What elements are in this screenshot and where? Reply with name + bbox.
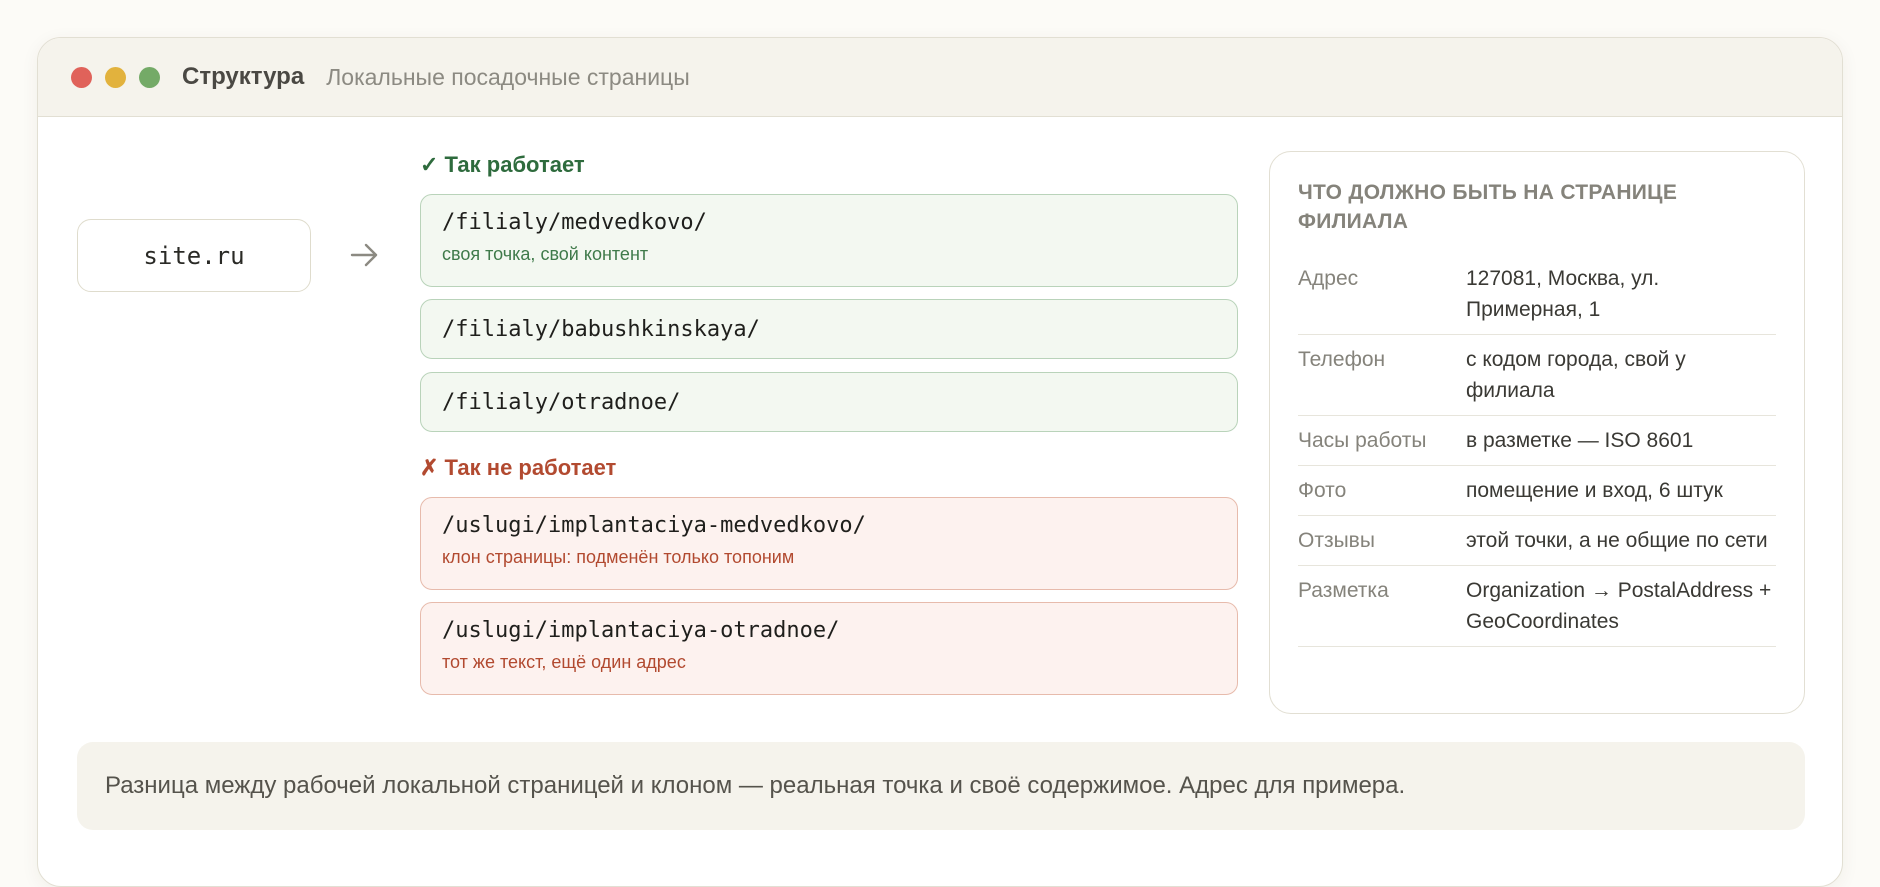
- route-path: /filialy/otradnoe/: [442, 389, 681, 415]
- fact-value: 127081, Москва, ул. Примерная, 1: [1466, 267, 1660, 321]
- route-note: тот же текст, ещё один адрес: [442, 652, 686, 672]
- bad-route-medvedkovo: /uslugi/implantaciya-medvedkovo/ клон ст…: [420, 497, 1238, 590]
- fact-value: с кодом города, свой у филиала: [1466, 348, 1686, 402]
- branch-page-checklist: Что должно быть на странице филиала Адре…: [1269, 151, 1805, 714]
- minimize-dot[interactable]: [105, 66, 126, 88]
- good-heading: ✓ Так работает: [420, 152, 585, 177]
- close-dot[interactable]: [71, 66, 92, 88]
- fact-row-reviews: Отзывы этой точки, а не общие по сети: [1298, 516, 1776, 566]
- root-domain-box: site.ru: [77, 219, 311, 292]
- fact-value: помещение и вход, 6 штук: [1466, 479, 1723, 502]
- fact-key: Отзывы: [1298, 529, 1375, 552]
- fact-row-markup: Разметка Organization → PostalAddress + …: [1298, 566, 1776, 647]
- route-note: своя точка, свой контент: [442, 244, 649, 264]
- fact-key: Фото: [1298, 479, 1347, 502]
- route-path: /uslugi/implantaciya-medvedkovo/: [442, 513, 866, 538]
- maximize-dot[interactable]: [139, 66, 160, 88]
- bad-route-otradnoe: /uslugi/implantaciya-otradnoe/ тот же те…: [420, 602, 1238, 695]
- fact-value: в разметке — ISO 8601: [1466, 429, 1694, 452]
- window-subtitle: Локальные посадочные страницы: [326, 63, 690, 90]
- fact-row-hours: Часы работы в разметке — ISO 8601: [1298, 416, 1776, 466]
- fact-row-address: Адрес 127081, Москва, ул. Примерная, 1: [1298, 254, 1776, 335]
- route-path: /filialy/medvedkovo/: [442, 210, 707, 235]
- good-route-medvedkovo: /filialy/medvedkovo/ своя точка, свой ко…: [420, 194, 1238, 287]
- fact-row-photo: Фото помещение и вход, 6 штук: [1298, 466, 1776, 516]
- fact-value: Organization → PostalAddress + GeoCoordi…: [1466, 579, 1772, 633]
- fact-row-phone: Телефон с кодом города, свой у филиала: [1298, 335, 1776, 416]
- arrow-right-icon: [350, 243, 378, 267]
- route-path: /filialy/babushkinskaya/: [442, 316, 760, 342]
- route-path: /uslugi/implantaciya-otradnoe/: [442, 618, 840, 643]
- title-bar: Структура Локальные посадочные страницы: [38, 38, 1842, 117]
- window: Структура Локальные посадочные страницы …: [37, 37, 1843, 887]
- fact-key: Часы работы: [1298, 429, 1427, 452]
- footer-caption: Разница между рабочей локальной странице…: [77, 742, 1805, 830]
- facts-list: Адрес 127081, Москва, ул. Примерная, 1 Т…: [1298, 254, 1776, 647]
- good-route-otradnoe: /filialy/otradnoe/: [420, 372, 1238, 432]
- bad-heading: ✗ Так не работает: [420, 455, 617, 480]
- panel-title: Что должно быть на странице филиала: [1298, 181, 1678, 233]
- fact-key: Телефон: [1298, 348, 1386, 371]
- window-title: Структура: [182, 63, 305, 90]
- fact-key: Адрес: [1298, 267, 1359, 290]
- fact-key: Разметка: [1298, 579, 1389, 602]
- good-route-babushkinskaya: /filialy/babushkinskaya/: [420, 299, 1238, 359]
- fact-value: этой точки, а не общие по сети: [1466, 529, 1768, 552]
- route-note: клон страницы: подменён только топоним: [442, 547, 795, 567]
